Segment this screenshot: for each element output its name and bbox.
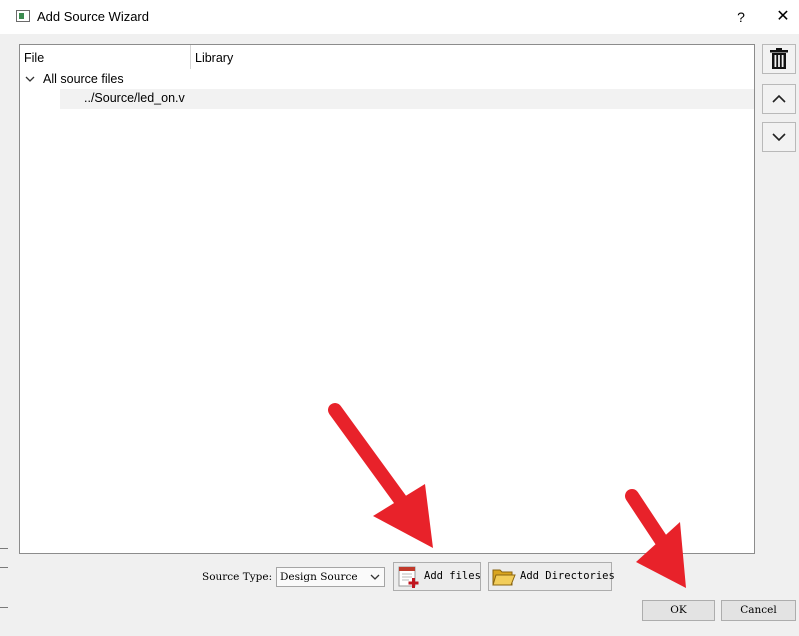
column-header-file[interactable]: File [24, 51, 44, 65]
close-button[interactable]: ✕ [774, 8, 792, 26]
help-button[interactable]: ? [733, 8, 749, 26]
add-directories-label: Add Directories [520, 570, 615, 582]
chevron-up-icon [772, 94, 786, 103]
column-separator [190, 45, 191, 69]
source-type-value: Design Source [280, 571, 358, 583]
title-bar: Add Source Wizard ? ✕ [0, 0, 799, 34]
source-type-select[interactable]: Design Source [276, 567, 385, 587]
chevron-down-icon [772, 133, 786, 142]
file-row[interactable]: ../Source/led_on.v [60, 89, 754, 109]
app-icon [16, 10, 30, 22]
source-file-list[interactable]: File Library All source files ../Source/… [19, 44, 755, 554]
file-path: ../Source/led_on.v [84, 91, 185, 105]
folder-icon [492, 569, 516, 586]
chevron-down-icon [370, 574, 380, 580]
add-files-button[interactable]: Add files [393, 562, 481, 591]
add-files-label: Add files [424, 570, 481, 582]
tree-root-all-source-files[interactable]: All source files [43, 72, 124, 86]
delete-button[interactable] [762, 44, 796, 74]
column-header-library[interactable]: Library [195, 51, 233, 65]
background-window-edge [0, 548, 8, 549]
move-down-button[interactable] [762, 122, 796, 152]
source-type-label: Source Type: [202, 571, 273, 583]
cancel-button[interactable]: Cancel [721, 600, 796, 621]
move-up-button[interactable] [762, 84, 796, 114]
background-window-edge [0, 607, 8, 608]
add-directories-button[interactable]: Add Directories [488, 562, 615, 591]
window-title: Add Source Wizard [37, 9, 149, 24]
ok-button[interactable]: OK [642, 600, 715, 621]
background-window-edge [0, 567, 8, 568]
trash-icon [770, 48, 788, 69]
add-file-icon [398, 566, 419, 588]
expand-chevron-icon[interactable] [25, 74, 35, 84]
